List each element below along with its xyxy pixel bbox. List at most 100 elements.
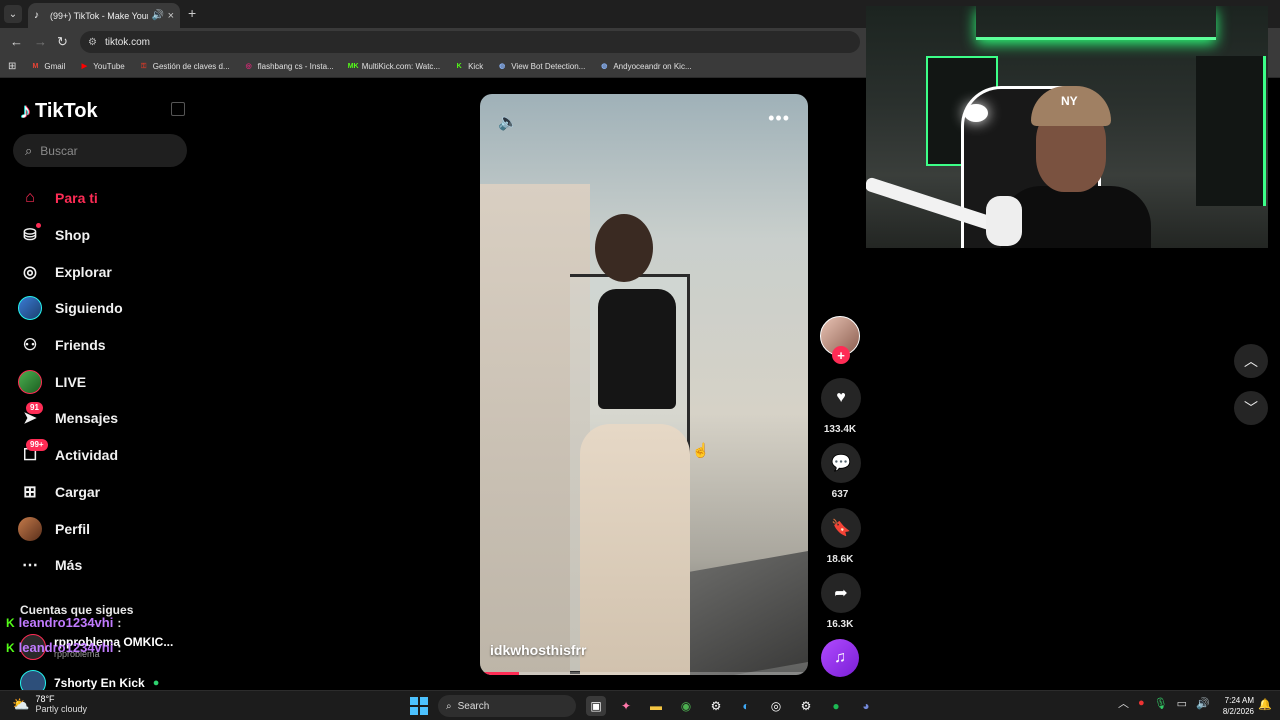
sidebar-item-actividad[interactable]: ☐ 99+ Actividad — [18, 437, 123, 474]
live-dot-icon: ● — [152, 677, 160, 689]
share-icon: ➦ — [834, 585, 848, 602]
video-progress-bar[interactable] — [480, 672, 808, 675]
browser-tab[interactable]: ♪ (99+) TikTok - Make Your Da 🔊 × — [28, 3, 180, 28]
tray-app-icon[interactable]: ● — [1138, 697, 1145, 709]
next-video-button[interactable]: ﹀ — [1234, 391, 1268, 425]
copilot-icon[interactable]: ✦ — [616, 696, 636, 716]
video-author[interactable]: idkwhosthisfrr — [490, 642, 586, 658]
steam-icon[interactable]: ⚙ — [706, 696, 726, 716]
bookmark-item[interactable]: K Kick — [454, 62, 484, 72]
follow-plus-icon[interactable]: + — [832, 346, 850, 364]
sidebar-item-label: Mensajes — [55, 410, 119, 427]
obs-icon[interactable]: ◎ — [766, 696, 786, 716]
ny-logo: NY — [1061, 94, 1078, 108]
bookmark-item[interactable]: ⚿ Gestión de claves d... — [139, 62, 230, 72]
spotify-icon[interactable]: ● — [826, 696, 846, 716]
chrome-icon[interactable]: ◉ — [676, 696, 696, 716]
share-count: 16.3K — [826, 619, 854, 630]
like-count: 133.4K — [823, 424, 857, 435]
bookmark-item[interactable]: ▶ YouTube — [79, 62, 125, 72]
tab-search-icon[interactable]: ⌄ — [4, 5, 22, 23]
account-name: 7shorty En Kick — [54, 676, 145, 690]
chat-message: K leandro1234vhi : — [6, 640, 121, 655]
webcam-overlay: NY — [866, 6, 1268, 248]
back-icon[interactable]: ← — [10, 34, 23, 49]
windows-start-icon[interactable] — [410, 697, 428, 715]
save-button[interactable]: 🔖 — [821, 508, 861, 548]
audio-playing-icon[interactable]: 🔊 — [152, 10, 164, 21]
speaker-icon[interactable]: 🔊 — [1196, 697, 1210, 710]
sidebar-item-shop[interactable]: ⛁ Shop — [18, 217, 123, 254]
notification-dot — [36, 223, 41, 229]
sidebar-item-explorar[interactable]: ◎ Explorar — [18, 253, 123, 290]
comment-icon: 💬 — [831, 455, 851, 472]
sidebar-item-label: Cargar — [55, 483, 101, 500]
music-disc-icon[interactable]: ♫ — [821, 639, 859, 677]
windows-taskbar: ⛅ 78°F Partly cloudy ⌕ Search ▣ ✦ ▬ ◉ ⚙ … — [0, 690, 1280, 720]
weather-condition: Partly cloudy — [35, 704, 87, 714]
share-button[interactable]: ➦ — [821, 573, 861, 613]
bookmark-item[interactable]: ◍ Andyoceandr on Kic... — [599, 62, 691, 72]
tab-close-icon[interactable]: × — [168, 10, 174, 22]
chevron-up-icon[interactable]: ︿ — [1118, 695, 1129, 711]
sidebar-item-live[interactable]: LIVE — [18, 363, 123, 400]
video-frame — [598, 289, 676, 409]
sidebar-item-cargar[interactable]: ⊞ Cargar — [18, 474, 123, 511]
new-tab-icon[interactable]: + — [188, 5, 196, 21]
send-icon: ➤ 91 — [18, 402, 43, 430]
sidebar-item-label: Shop — [55, 227, 90, 244]
weather-widget[interactable]: ⛅ 78°F Partly cloudy — [12, 694, 87, 714]
taskbar-search[interactable]: ⌕ Search — [438, 695, 576, 717]
like-button[interactable]: ♥ — [821, 378, 861, 418]
video-frame — [580, 424, 690, 675]
task-view-icon[interactable]: ▣ — [586, 696, 606, 716]
edge-icon[interactable]: ◐ — [736, 696, 756, 716]
globe-icon: ◍ — [499, 62, 506, 70]
more-options-icon[interactable]: ••• — [768, 108, 790, 129]
apps-icon[interactable]: ⊞ — [8, 61, 16, 72]
notification-bell-icon[interactable]: 🔔 — [1258, 698, 1272, 711]
collapse-sidebar-icon[interactable] — [171, 102, 185, 116]
address-bar[interactable]: ⚙ tiktok.com — [80, 31, 860, 53]
discord-icon[interactable]: ◕ — [856, 696, 876, 716]
settings-icon[interactable]: ⚙ — [796, 696, 816, 716]
sidebar-item-más[interactable]: ⋯ Más — [18, 547, 123, 584]
tiktok-logo[interactable]: ♪ TikTok — [20, 98, 98, 124]
search-icon: ⌕ — [25, 142, 33, 158]
sidebar-item-friends[interactable]: ⚇ Friends — [18, 327, 123, 364]
reload-icon[interactable]: ↻ — [57, 34, 68, 50]
bookmark-item[interactable]: MK MultiKick.com: Watc... — [348, 62, 440, 72]
file-explorer-icon[interactable]: ▬ — [646, 696, 666, 716]
chat-user: leandro1234vhi — [18, 615, 114, 630]
bookmark-item[interactable]: ◍ View Bot Detection... — [497, 62, 585, 72]
volume-icon[interactable]: 🔈 — [498, 112, 518, 132]
bookmark-item[interactable]: ◎ flashbang cs - Insta... — [244, 62, 334, 72]
sidebar-item-mensajes[interactable]: ➤ 91 Mensajes — [18, 400, 123, 437]
sidebar-item-label: Explorar — [55, 263, 112, 280]
forward-icon[interactable]: → — [34, 34, 47, 49]
streamer-shirt — [1001, 186, 1151, 248]
network-icon[interactable]: ▭ — [1177, 697, 1187, 710]
sidebar-item-perfil[interactable]: Perfil — [18, 510, 123, 547]
bookmark-icon: 🔖 — [831, 520, 851, 537]
url-text: tiktok.com — [104, 36, 150, 48]
video-player[interactable]: 🔈 ••• idkwhosthisfrr — [480, 94, 808, 675]
sidebar-item-siguiendo[interactable]: Siguiendo — [18, 290, 123, 327]
site-info-icon[interactable]: ⚙ — [88, 37, 97, 48]
comment-button[interactable]: 💬 — [821, 443, 861, 483]
taskbar-clock[interactable]: 7:24 AM 8/2/2026 — [1216, 695, 1254, 717]
save-count: 18.6K — [826, 554, 854, 565]
search-input[interactable]: ⌕ Buscar — [13, 134, 187, 167]
previous-video-button[interactable]: ︿ — [1234, 344, 1268, 378]
sidebar-item-label: Perfil — [55, 520, 91, 537]
bookmark-item[interactable]: M Gmail — [30, 62, 65, 72]
chat-text: : — [117, 640, 122, 655]
sidebar-item-label: LIVE — [55, 373, 87, 390]
instagram-icon: ◎ — [245, 62, 252, 70]
sidebar-item-para-ti[interactable]: ⌂ Para ti — [18, 180, 123, 217]
taskbar-search-label: Search — [457, 700, 490, 712]
bookmark-label: View Bot Detection... — [511, 62, 586, 71]
microphone-icon[interactable]: 🎙 — [1154, 697, 1168, 710]
notification-badge: 91 — [26, 402, 43, 415]
youtube-icon: ▶ — [81, 62, 87, 70]
